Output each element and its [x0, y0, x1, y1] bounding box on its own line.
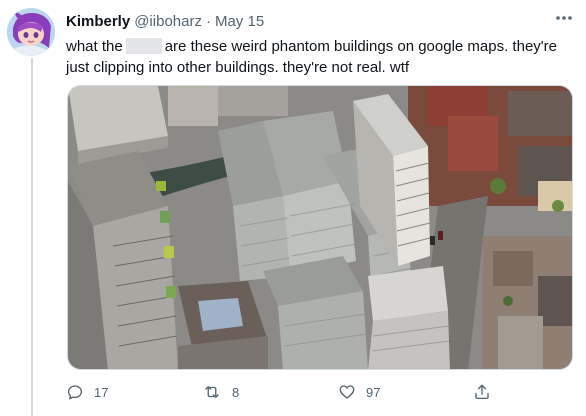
separator-dot: ·	[205, 12, 211, 30]
tweet-actions: 17 8 97	[66, 380, 576, 404]
author-handle[interactable]: @iiboharz	[134, 13, 202, 30]
thread-line	[31, 58, 33, 416]
share-action[interactable]	[473, 380, 491, 404]
avatar[interactable]	[7, 8, 55, 56]
tweet-text: what the are these weird phantom building…	[66, 36, 571, 78]
heart-icon[interactable]	[338, 383, 356, 401]
like-count: 97	[366, 384, 381, 400]
redacted-word	[125, 38, 162, 54]
retweet-icon[interactable]	[202, 383, 222, 401]
tweet-header: Kimberly @iiboharz · May 15	[66, 12, 264, 30]
tweet-text-before: what the	[66, 38, 123, 55]
tweet[interactable]: Kimberly @iiboharz · May 15 what the are …	[0, 0, 586, 416]
reply-icon[interactable]	[66, 383, 84, 401]
map-aerial-image	[68, 86, 572, 369]
avatar-image	[7, 8, 55, 56]
retweet-action[interactable]: 8	[202, 380, 239, 404]
share-icon[interactable]	[473, 383, 491, 401]
reply-count: 17	[94, 384, 109, 400]
author-name[interactable]: Kimberly	[66, 13, 130, 30]
tweet-date[interactable]: May 15	[215, 13, 264, 30]
reply-action[interactable]: 17	[66, 380, 108, 404]
tweet-media-image[interactable]	[67, 85, 573, 370]
retweet-count: 8	[232, 384, 240, 400]
like-action[interactable]: 97	[338, 380, 380, 404]
more-horizontal-icon[interactable]	[553, 10, 575, 26]
